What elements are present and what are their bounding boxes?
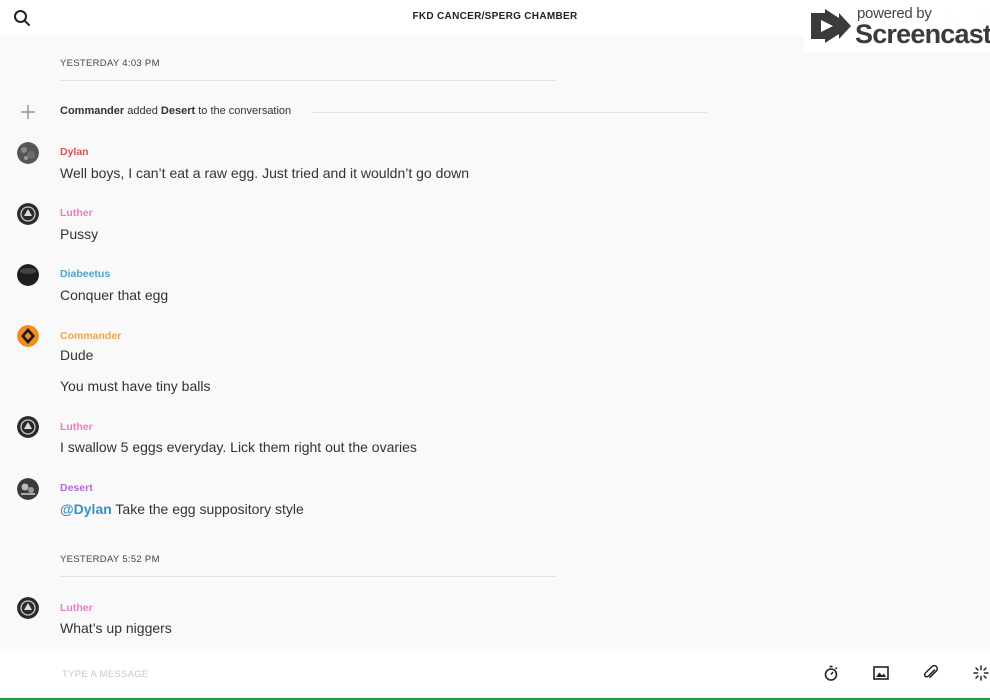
message-author[interactable]: Commander bbox=[60, 330, 121, 342]
message-text: Dude bbox=[60, 347, 94, 363]
message-input[interactable] bbox=[60, 663, 764, 685]
message-text: Pussy bbox=[60, 226, 99, 242]
message-author[interactable]: Dylan bbox=[60, 146, 89, 158]
sparkle-icon[interactable] bbox=[973, 665, 989, 681]
system-event-verb: added bbox=[127, 105, 158, 117]
avatar[interactable] bbox=[17, 325, 39, 347]
avatar[interactable] bbox=[17, 264, 39, 286]
avatar[interactable] bbox=[17, 597, 39, 619]
system-event-target: Desert bbox=[160, 105, 196, 117]
system-event-actor: Commander bbox=[60, 105, 125, 117]
system-event-suffix: to the conversation bbox=[198, 105, 292, 117]
divider-line bbox=[311, 112, 707, 113]
image-icon[interactable] bbox=[873, 665, 889, 681]
message-body: Take the egg suppository style bbox=[115, 501, 304, 517]
avatar[interactable] bbox=[17, 416, 39, 438]
message-text: What’s up niggers bbox=[60, 620, 172, 636]
avatar[interactable] bbox=[17, 478, 39, 500]
message-author[interactable]: Diabeetus bbox=[60, 268, 110, 280]
message-author[interactable]: Luther bbox=[60, 602, 93, 614]
message-text: You must have tiny balls bbox=[60, 378, 211, 394]
message-list[interactable]: YESTERDAY 4:03 PM Commander added Desert… bbox=[0, 35, 990, 649]
divider-line bbox=[60, 80, 557, 81]
message-composer bbox=[0, 649, 990, 698]
paperclip-icon[interactable] bbox=[923, 665, 939, 681]
plus-icon bbox=[21, 105, 35, 119]
divider-line bbox=[60, 576, 557, 577]
message-author[interactable]: Desert bbox=[60, 482, 93, 494]
message-text: @Dylan Take the egg suppository style bbox=[60, 501, 304, 517]
mention-link[interactable]: @Dylan bbox=[60, 501, 112, 517]
message-author[interactable]: Luther bbox=[60, 207, 93, 219]
message-author[interactable]: Luther bbox=[60, 421, 93, 433]
timestamp-divider: YESTERDAY 5:52 PM bbox=[60, 554, 160, 565]
message-text: I swallow 5 eggs everyday. Lick them rig… bbox=[60, 439, 417, 455]
message-text: Well boys, I can’t eat a raw egg. Just t… bbox=[60, 165, 470, 181]
timestamp-divider: YESTERDAY 4:03 PM bbox=[60, 58, 160, 69]
message-text: Conquer that egg bbox=[60, 287, 169, 303]
timer-icon[interactable] bbox=[823, 665, 839, 681]
system-event: Commander added Desert to the conversati… bbox=[60, 105, 291, 117]
avatar[interactable] bbox=[17, 142, 39, 164]
avatar[interactable] bbox=[17, 203, 39, 225]
